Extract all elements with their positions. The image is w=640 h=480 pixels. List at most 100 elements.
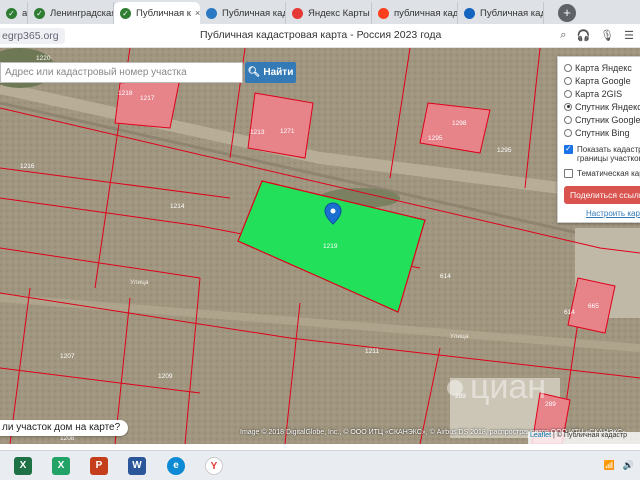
satellite-imagery: 1217 1218 1213 1271 1298 1295 1295 1216 1214 1219… — [0, 48, 640, 444]
radio-button[interactable] — [564, 115, 572, 124]
radio-button[interactable] — [564, 89, 572, 98]
credit-rest: | © Публичная кадастр — [551, 432, 627, 439]
check-circle-icon: ✓ — [34, 7, 45, 19]
search-button-label: Найти — [263, 67, 294, 78]
new-tab-button[interactable]: + — [558, 4, 576, 22]
parcel-number-label: 1298 — [452, 120, 467, 127]
headphones-icon[interactable]: 🎧 — [576, 29, 590, 42]
radio-button[interactable] — [564, 63, 572, 72]
map-icon — [206, 7, 217, 19]
powerpoint-icon[interactable]: P — [90, 457, 108, 475]
parcel-number-label: 665 — [588, 303, 599, 310]
excel-green-icon[interactable]: X — [14, 457, 32, 475]
page-title: Публичная кадастровая карта - Россия 202… — [200, 29, 442, 41]
check-circle-icon: ✓ — [120, 7, 131, 19]
volume-icon[interactable]: 🔊 — [623, 460, 634, 471]
header-icons: ⌕ 🎧 🎙 ☰ — [560, 29, 634, 42]
layer-panel: Карта Яндекс Карта Google Карта 2GIS Спутни… — [557, 56, 640, 223]
parcel-number-label: 289 — [455, 393, 466, 400]
thematic-map-checkbox[interactable]: Тематическая карта — [564, 169, 640, 178]
parcel-number-label: 1214 — [170, 203, 185, 210]
checkbox[interactable] — [564, 144, 573, 154]
radio-button[interactable] — [564, 102, 572, 111]
watermark-text: циан — [470, 368, 546, 406]
layer-option[interactable]: Спутник Bing — [564, 126, 640, 139]
configure-map-link[interactable]: Настроить карту — [564, 209, 640, 218]
menu-icon[interactable]: ☰ — [624, 29, 634, 42]
check-circle-icon: ✓ — [6, 7, 17, 19]
layer-option-label: Спутник Яндекс — [575, 101, 640, 112]
layer-option-label: Карта 2GIS — [575, 88, 623, 99]
layer-option[interactable]: Карта 2GIS — [564, 87, 640, 100]
tab-label: Публичная када — [480, 7, 543, 19]
parcel-number-label: 1211 — [365, 348, 379, 355]
parcel-number-label: 1271 — [280, 128, 295, 135]
radio-button[interactable] — [564, 128, 572, 137]
close-tab-icon[interactable]: × — [191, 8, 200, 18]
search-input[interactable] — [0, 62, 243, 83]
parcel-number-label: 1295 — [428, 135, 443, 142]
parcel-number-label: 1295 — [497, 147, 512, 154]
thematic-map-checkbox-label: Тематическая карта — [577, 169, 640, 178]
layer-option[interactable]: Карта Google — [564, 74, 640, 87]
leaflet-link[interactable]: Leaflet — [530, 432, 551, 439]
layer-option-label: Спутник Google — [575, 114, 640, 125]
checkbox[interactable] — [564, 169, 573, 178]
tab-label: публичная кадас — [394, 7, 458, 19]
yandex-browser-icon[interactable]: Y — [201, 452, 229, 480]
parcel-number-label: 1216 — [20, 163, 35, 170]
parcel-number-label: 1208 — [60, 435, 75, 442]
search-icon: 🔍︎ — [247, 67, 261, 78]
layer-option-label: Карта Google — [575, 75, 631, 86]
browser-tab[interactable]: Публичная када — [458, 2, 544, 24]
p-icon — [464, 7, 475, 19]
browser-tab[interactable]: публичная кадас — [372, 2, 458, 24]
parcel-number-label: 1217 — [140, 95, 155, 102]
parcel-number-label: 289 — [545, 401, 556, 408]
system-tray: 📶 🔊 — [604, 460, 634, 471]
street-label: Улица — [450, 333, 469, 340]
parcel-number-label: 1218 — [118, 90, 133, 97]
layer-option[interactable]: Карта Яндекс — [564, 61, 640, 74]
layer-option-label: Карта Яндекс — [575, 62, 632, 73]
tab-label: Ленинградская — [50, 7, 114, 19]
radio-button[interactable] — [564, 76, 572, 85]
microphone-icon[interactable]: 🎙 — [600, 29, 614, 42]
share-link-button[interactable]: Поделиться ссылкой — [564, 186, 640, 204]
tab-label: Публичная кад — [222, 7, 286, 19]
leaflet-credit: Leaflet | © Публичная кадастр — [528, 432, 640, 444]
site-header: egrp365.org Публичная кадастровая карта … — [0, 24, 640, 48]
parcel-number-label: 1207 — [60, 353, 75, 360]
map-view[interactable]: 1217 1218 1213 1271 1298 1295 1295 1216 1214 1219… — [0, 48, 640, 444]
browser-tab[interactable]: Яндекс Карты — [286, 2, 372, 24]
parcel-number-label: 1219 — [323, 243, 338, 250]
browser-tab[interactable]: Публичная кад — [200, 2, 286, 24]
browser-tab[interactable]: ✓ая када — [0, 2, 28, 24]
search-icon[interactable]: ⌕ — [560, 29, 566, 42]
map-pin-icon — [292, 7, 303, 19]
browser-tab[interactable]: ✓ Ленинградская — [28, 2, 114, 24]
site-brand[interactable]: egrp365.org — [0, 28, 65, 44]
edge-icon[interactable]: e — [167, 457, 185, 475]
tab-label: Яндекс Карты — [308, 7, 370, 19]
layer-option[interactable]: Спутник Google — [564, 113, 640, 126]
excel-icon[interactable]: X — [52, 457, 70, 475]
show-borders-checkbox[interactable]: Показать кадастровыеграницы участков — [564, 144, 640, 163]
show-borders-checkbox-label: Показать кадастровыеграницы участков — [577, 145, 640, 163]
network-icon[interactable]: 📶 — [604, 460, 615, 471]
question-bubble[interactable]: ли участок дом на карте? — [0, 420, 129, 436]
street-label: Улица — [130, 279, 149, 286]
browser-tab[interactable]: ✓ Публичная к × — [114, 2, 200, 24]
layer-option[interactable]: Спутник Яндекс — [564, 100, 640, 113]
parcel-number-label: 1213 — [250, 129, 265, 136]
parcel-number-label: 1209 — [158, 373, 173, 380]
word-icon[interactable]: W — [128, 457, 146, 475]
yandex-icon — [378, 7, 389, 19]
tab-label: Публичная к — [136, 7, 191, 19]
parcel-number-label: 614 — [440, 273, 451, 280]
taskbar: 📶 🔊 X X P WeY — [0, 450, 640, 480]
search-button[interactable]: 🔍︎ Найти — [245, 62, 296, 83]
parcel-number-label: 1220 — [36, 55, 51, 62]
browser-tab-bar: ✓ая када✓Ленинградская✓Публичная к×Публи… — [0, 0, 640, 24]
layer-option-label: Спутник Bing — [575, 127, 630, 138]
